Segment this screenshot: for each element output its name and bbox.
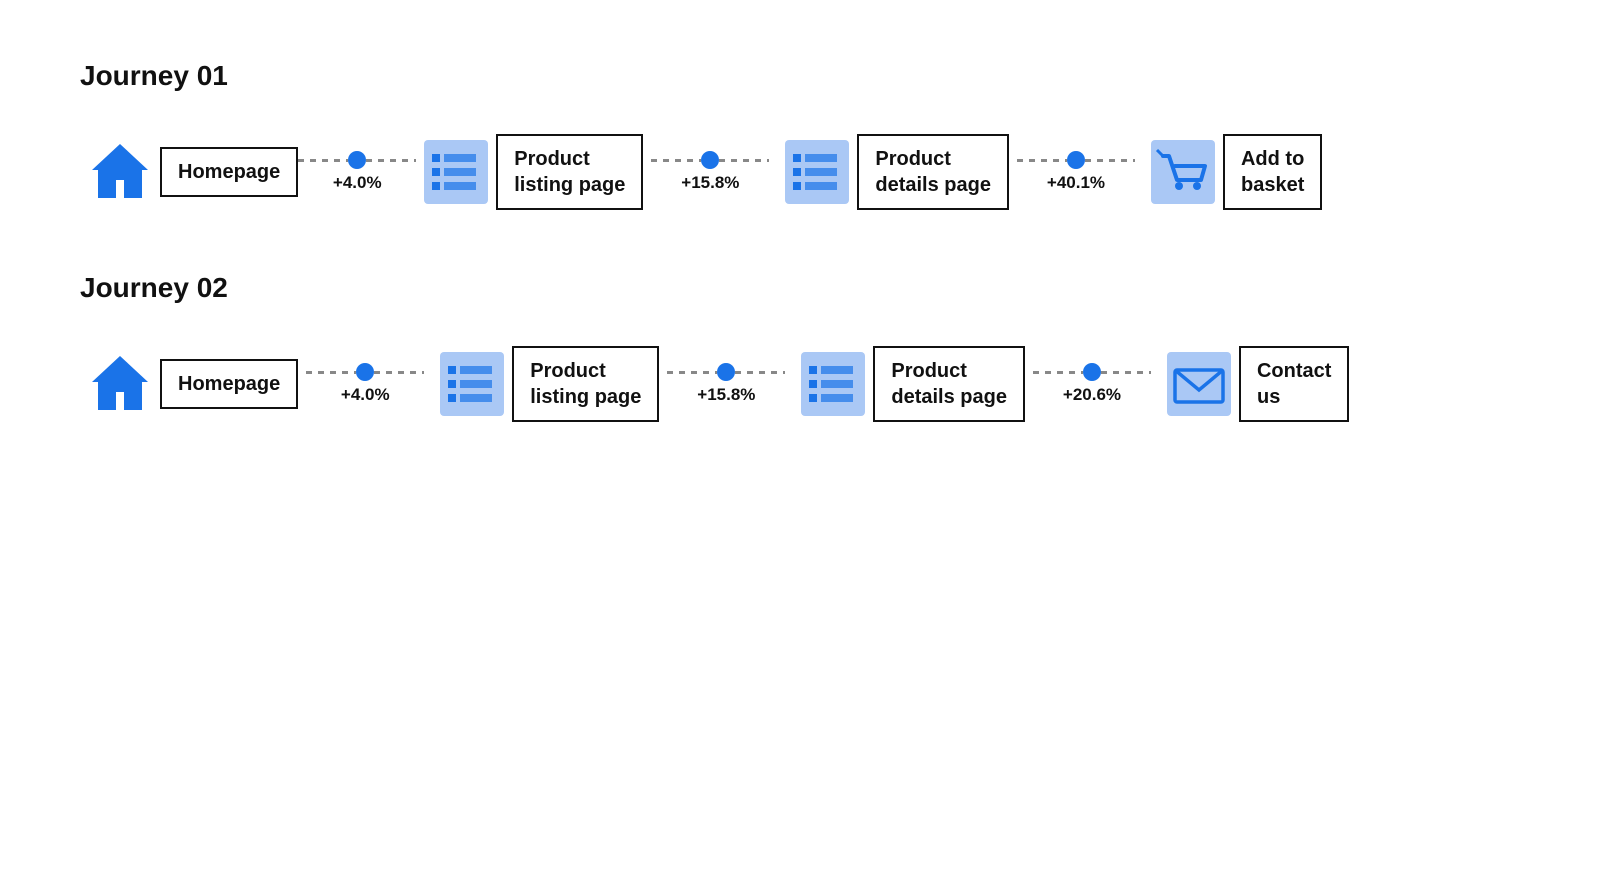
connector-3-j2: +20.6% bbox=[1033, 363, 1151, 405]
step-homepage-j2: Homepage bbox=[80, 344, 298, 424]
mail-icon-j2 bbox=[1159, 344, 1239, 424]
step-homepage-j1: Homepage bbox=[80, 132, 298, 212]
connector-1-j2: +4.0% bbox=[306, 363, 424, 405]
pct-3-j1: +40.1% bbox=[1047, 173, 1105, 193]
home-icon-j2 bbox=[80, 344, 160, 424]
journey-02-flow: Homepage +4.0% bbox=[80, 344, 1521, 424]
homepage-label-j2: Homepage bbox=[160, 359, 298, 409]
pct-2-j1: +15.8% bbox=[681, 173, 739, 193]
pct-2-j2: +15.8% bbox=[697, 385, 755, 405]
details-icon-j1 bbox=[777, 132, 857, 212]
journey-02-section: Journey 02 Homepage +4.0% bbox=[80, 272, 1521, 424]
details-label-j1: Productdetails page bbox=[857, 134, 1009, 210]
step-basket-j1: Add tobasket bbox=[1143, 132, 1322, 212]
list-icon-j2 bbox=[432, 344, 512, 424]
step-contact-j2: Contactus bbox=[1159, 344, 1349, 424]
details-icon-j2 bbox=[793, 344, 873, 424]
step-details-j2: Productdetails page bbox=[793, 344, 1025, 424]
home-icon-j1 bbox=[80, 132, 160, 212]
journey-01-title: Journey 01 bbox=[80, 60, 1521, 92]
listing-label-j2: Productlisting page bbox=[512, 346, 659, 422]
connector-2-j2: +15.8% bbox=[667, 363, 785, 405]
pct-3-j2: +20.6% bbox=[1063, 385, 1121, 405]
basket-label-j1: Add tobasket bbox=[1223, 134, 1322, 210]
pct-1-j2: +4.0% bbox=[341, 385, 390, 405]
step-listing-j2: Productlisting page bbox=[432, 344, 659, 424]
connector-2-j1: +15.8% bbox=[651, 151, 769, 193]
page-container: Journey 01 Homepage +4.0% bbox=[0, 0, 1601, 544]
details-label-j2: Productdetails page bbox=[873, 346, 1025, 422]
connector-1-j1: +4.0% bbox=[298, 151, 416, 193]
journey-02-title: Journey 02 bbox=[80, 272, 1521, 304]
journey-01-flow: Homepage +4.0% bbox=[80, 132, 1521, 212]
homepage-label-j1: Homepage bbox=[160, 147, 298, 197]
journey-01-section: Journey 01 Homepage +4.0% bbox=[80, 60, 1521, 212]
list-icon-j1 bbox=[416, 132, 496, 212]
pct-1-j1: +4.0% bbox=[333, 173, 382, 193]
listing-label-j1: Productlisting page bbox=[496, 134, 643, 210]
connector-3-j1: +40.1% bbox=[1017, 151, 1135, 193]
cart-icon-j1 bbox=[1143, 132, 1223, 212]
step-listing-j1: Productlisting page bbox=[416, 132, 643, 212]
contact-label-j2: Contactus bbox=[1239, 346, 1349, 422]
step-details-j1: Productdetails page bbox=[777, 132, 1009, 212]
